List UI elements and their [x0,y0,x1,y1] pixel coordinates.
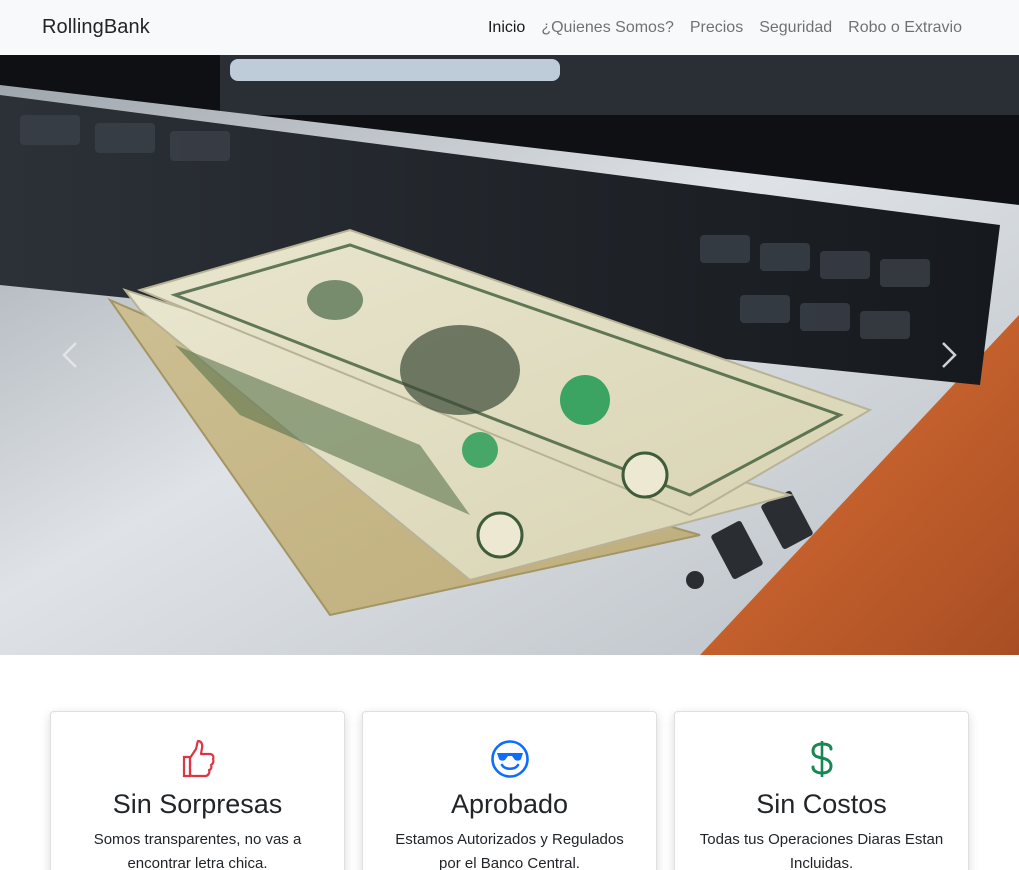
chevron-right-icon [942,342,957,368]
card-title: Sin Costos [756,789,887,819]
feature-cards: Sin Sorpresas Somos transparentes, no va… [50,711,970,870]
card-text: Todas tus Operaciones Diaras Estan Inclu… [699,831,944,870]
carousel-next-button[interactable] [879,55,1019,655]
nav-link-quienes-somos[interactable]: ¿Quienes Somos? [533,11,682,45]
hero-carousel [0,55,1019,655]
chevron-left-icon [62,342,77,368]
thumbs-up-icon [51,738,344,780]
carousel-prev-button[interactable] [0,55,140,655]
navbar: RollingBank Inicio ¿Quienes Somos? Preci… [0,0,1019,55]
carousel-image [0,55,1019,655]
card-title: Aprobado [450,789,569,819]
nav-link-inicio[interactable]: Inicio [480,11,533,45]
nav-link-seguridad[interactable]: Seguridad [751,11,840,45]
feature-card-sin-costos: Sin Costos Todas tus Operaciones Diaras … [674,711,969,870]
feature-card-sin-sorpresas: Sin Sorpresas Somos transparentes, no va… [50,711,345,870]
card-text: Somos transparentes, no vas a encontrar … [93,831,302,870]
nav-links: Inicio ¿Quienes Somos? Precios Seguridad… [480,11,970,45]
nav-link-precios[interactable]: Precios [682,11,751,45]
nav-link-robo-extravio[interactable]: Robo o Extravio [840,11,970,45]
card-title: Sin Sorpresas [112,789,283,819]
feature-card-aprobado: Aprobado Estamos Autorizados y Regulados… [362,711,657,870]
brand-logo[interactable]: RollingBank [42,16,150,39]
card-text: Estamos Autorizados y Regulados por el B… [395,831,624,870]
dollar-sign-icon [675,738,968,780]
smile-sunglasses-icon [363,738,656,780]
